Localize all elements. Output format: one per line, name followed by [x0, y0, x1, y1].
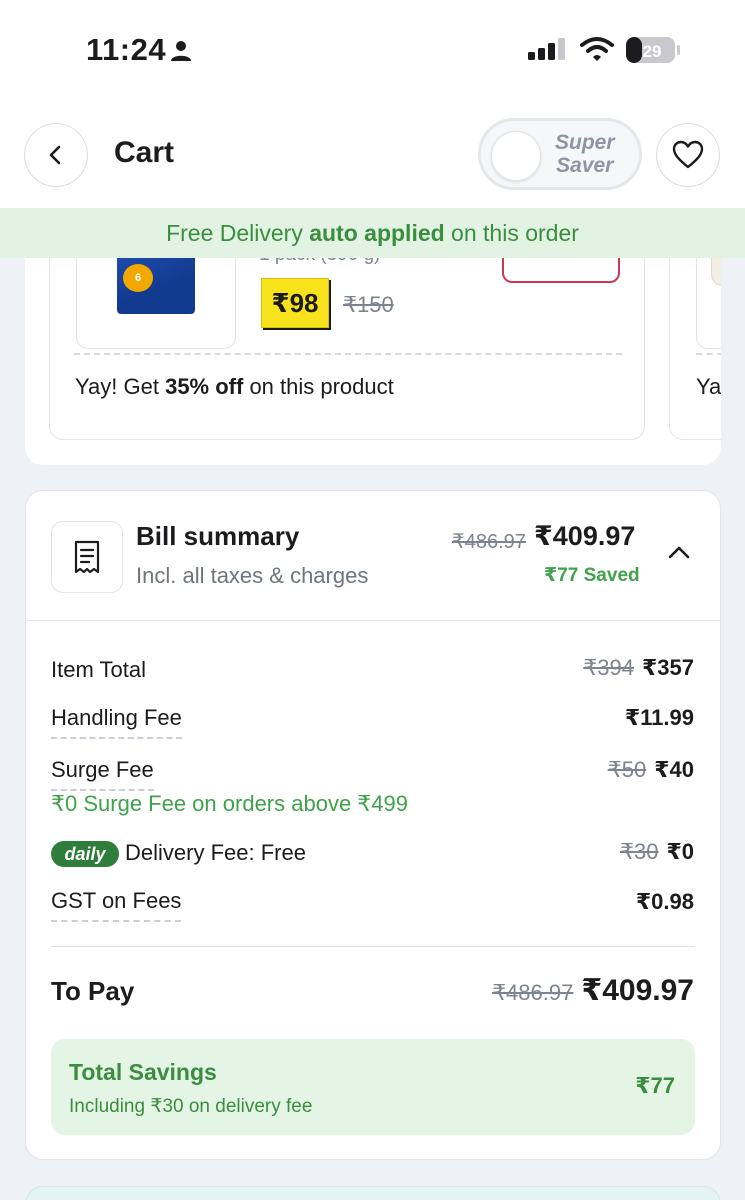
signal-icon: [528, 38, 565, 60]
chevron-up-icon[interactable]: [666, 543, 692, 561]
to-pay-amount: ₹486.97 ₹409.97: [492, 974, 694, 1007]
total-savings-amount: ₹77: [635, 1073, 675, 1098]
gst-fees-amount: ₹0.98: [635, 889, 694, 914]
surge-fee-amount: ₹50 ₹40: [607, 757, 694, 782]
back-arrow-icon: [49, 145, 61, 165]
product-offer-next: Ya: [696, 374, 721, 399]
to-pay-label: To Pay: [51, 976, 135, 1006]
bill-original-total: ₹486.97: [452, 531, 526, 553]
bill-summary-title: Bill summary: [136, 521, 300, 551]
daily-badge: daily: [51, 841, 119, 868]
super-saver-toggle[interactable]: Super Saver: [478, 118, 642, 190]
super-saver-label: Super Saver: [555, 131, 615, 177]
battery-icon: 29: [626, 37, 680, 63]
app-header: Cart Super Saver: [0, 100, 745, 208]
handling-fee-amount: ₹11.99: [624, 705, 694, 730]
receipt-icon: [74, 540, 100, 574]
total-savings-box: Total Savings Including ₹30 on delivery …: [51, 1039, 695, 1135]
product-offer: Yay! Get 35% off on this product: [75, 374, 394, 399]
wifi-icon: [580, 37, 614, 61]
item-total-amount: ₹394 ₹357: [583, 655, 694, 680]
surge-fee-note: ₹0 Surge Fee on orders above ₹499: [51, 791, 408, 816]
free-delivery-banner: Free Delivery auto applied on this order: [0, 208, 745, 258]
delivery-fee-label: daily Delivery Fee: Free: [51, 840, 306, 868]
total-savings-subtitle: Including ₹30 on delivery fee: [69, 1096, 313, 1117]
total-savings-title: Total Savings: [69, 1059, 217, 1085]
bill-saved: ₹77 Saved: [544, 565, 640, 586]
page-title: Cart: [114, 136, 175, 169]
bill-summary-card: Bill summary Incl. all taxes & charges ₹…: [25, 490, 721, 1160]
surge-fee-label[interactable]: Surge Fee: [51, 757, 154, 791]
delivery-fee-amount: ₹30 ₹0: [619, 839, 694, 864]
toggle-knob: [491, 131, 541, 181]
bill-summary-header[interactable]: Bill summary Incl. all taxes & charges ₹…: [26, 491, 720, 621]
product-card[interactable]: 6 1 pack (390 g) ₹98 ₹150 Add Yay! Get 3…: [49, 230, 645, 440]
divider: [74, 353, 622, 355]
status-time: 11:24: [86, 32, 167, 67]
product-mrp: ₹150: [343, 292, 394, 317]
receipt-icon-box: [51, 521, 123, 593]
battery-level: 29: [643, 42, 662, 61]
next-section-card: [25, 1186, 721, 1200]
wishlist-button[interactable]: [656, 123, 720, 187]
divider: [51, 946, 695, 947]
back-button[interactable]: [24, 123, 88, 187]
handling-fee-label[interactable]: Handling Fee: [51, 705, 182, 739]
gst-fees-label[interactable]: GST on Fees: [51, 888, 182, 922]
product-card-next[interactable]: Ya: [669, 230, 721, 440]
item-total-label: Item Total: [51, 657, 146, 682]
heart-icon: [672, 140, 704, 169]
product-carousel: 6 1 pack (390 g) ₹98 ₹150 Add Yay! Get 3…: [25, 230, 721, 465]
status-bar: 11:24 29: [0, 0, 745, 100]
person-icon: [171, 41, 191, 61]
divider: [696, 353, 721, 355]
bill-total: ₹409.97: [534, 521, 636, 551]
product-price: ₹98: [261, 278, 329, 328]
bill-summary-subtitle: Incl. all taxes & charges: [136, 563, 369, 588]
